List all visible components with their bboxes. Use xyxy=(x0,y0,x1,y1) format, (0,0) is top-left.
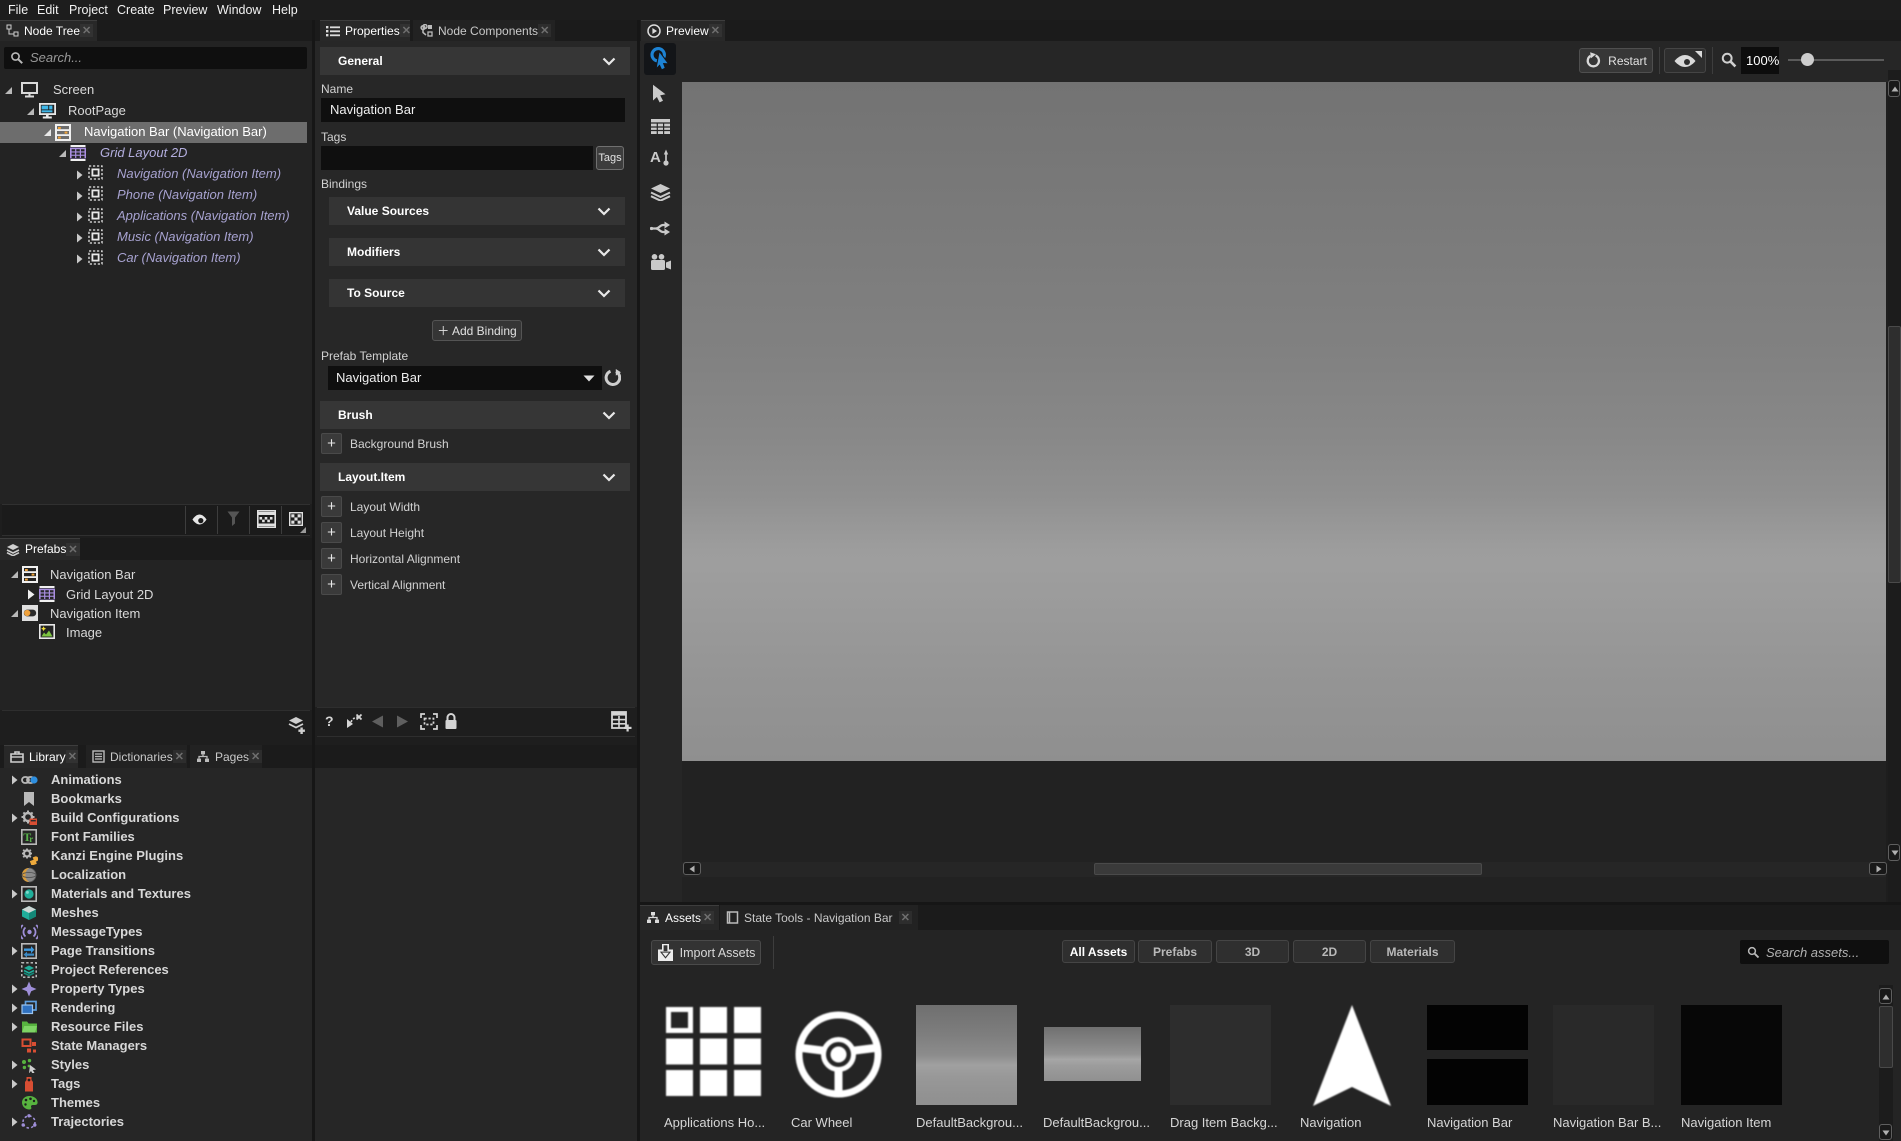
svg-text:r: r xyxy=(29,834,33,844)
svg-text:A: A xyxy=(650,149,661,166)
